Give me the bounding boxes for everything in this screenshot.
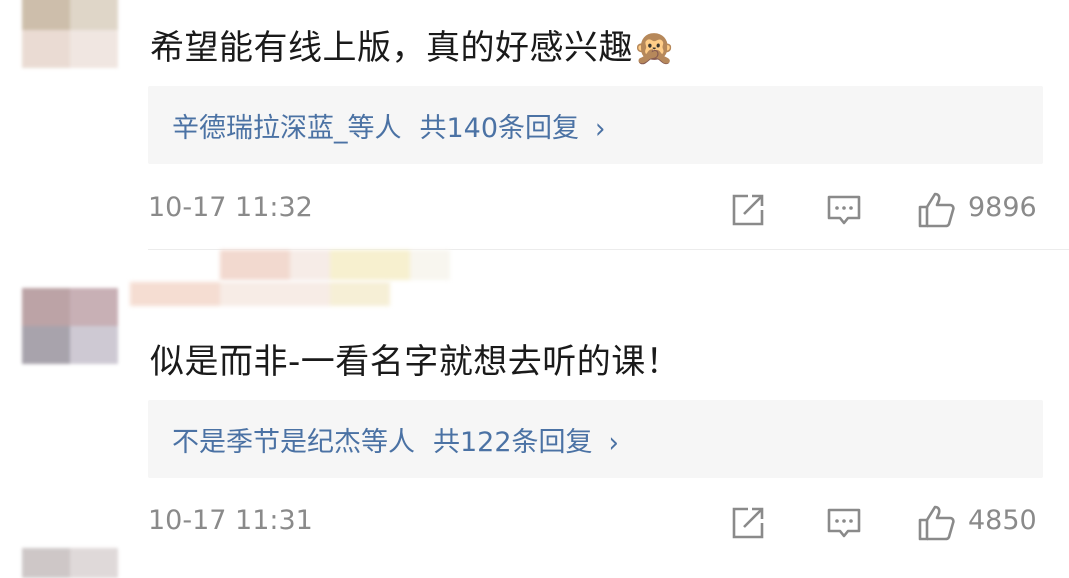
like-button[interactable]: 4850 <box>916 503 1037 543</box>
comment-button[interactable] <box>824 190 864 230</box>
reply-count[interactable]: 共140条回复 <box>420 113 580 144</box>
timestamp: 10-17 11:32 <box>148 192 313 223</box>
chevron-right-icon: › <box>595 112 606 146</box>
comment-icon <box>827 195 861 225</box>
badge-blurred <box>130 282 390 306</box>
reply-count[interactable]: 共122条回复 <box>433 427 593 458</box>
reply-usernames[interactable]: 不是季节是纪杰等人 <box>172 427 415 458</box>
reply-usernames[interactable]: 辛德瑞拉深蓝_等人 <box>172 113 402 144</box>
comment-meta: 10-17 11:32 9896 <box>148 190 1043 230</box>
like-button[interactable]: 9896 <box>916 190 1037 230</box>
share-icon <box>732 194 764 226</box>
avatar[interactable] <box>22 548 118 578</box>
reply-preview[interactable]: 辛德瑞拉深蓝_等人 共140条回复 › <box>148 86 1043 164</box>
avatar[interactable] <box>22 0 118 68</box>
thumbs-up-icon <box>918 505 955 541</box>
username-blurred[interactable] <box>220 250 450 280</box>
share-button[interactable] <box>728 503 768 543</box>
comment-text: 希望能有线上版，真的好感兴趣🙊 <box>150 28 676 68</box>
comment-icon <box>827 508 861 538</box>
like-count: 9896 <box>968 192 1037 223</box>
share-icon <box>732 507 764 539</box>
reply-preview[interactable]: 不是季节是纪杰等人 共122条回复 › <box>148 400 1043 478</box>
like-count: 4850 <box>968 505 1037 536</box>
thumbs-up-icon <box>918 192 955 228</box>
chevron-right-icon: › <box>608 426 619 460</box>
comment-meta: 10-17 11:31 4850 <box>148 503 1043 543</box>
comment-text: 似是而非-一看名字就想去听的课！ <box>150 342 681 382</box>
avatar[interactable] <box>22 288 118 364</box>
timestamp: 10-17 11:31 <box>148 505 313 536</box>
share-button[interactable] <box>728 190 768 230</box>
comment-button[interactable] <box>824 503 864 543</box>
